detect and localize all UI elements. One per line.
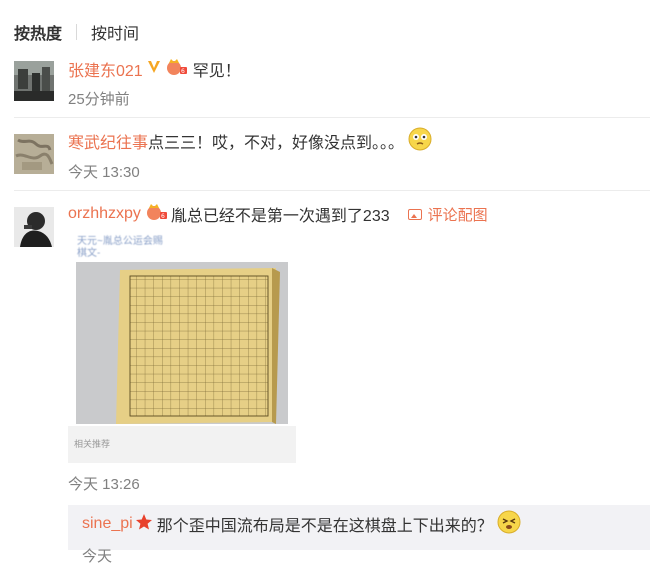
- comment-text: 罕见！: [192, 63, 241, 80]
- comment-image-label: 评论配图: [427, 206, 488, 224]
- comment-time: 今天 13:30: [68, 164, 140, 181]
- verified-v-icon: [147, 59, 161, 80]
- divider: [14, 190, 650, 191]
- reply-box: sine_pi 那个歪中国流布局是不是在这棋盘上下出来的？ 今天: [68, 505, 650, 565]
- member-crown-icon[interactable]: 6: [145, 203, 167, 226]
- tab-by-time[interactable]: 按时间: [91, 20, 139, 44]
- username-link[interactable]: sine_pi: [82, 515, 133, 533]
- comment-line: 寒武纪往事 点三三！哎，不对，好像没点到。。。: [68, 127, 432, 153]
- reply-line: sine_pi 那个歪中国流布局是不是在这棋盘上下出来的？: [82, 510, 521, 536]
- tab-divider: [76, 24, 78, 40]
- divider: [14, 117, 650, 118]
- avatar[interactable]: [14, 207, 54, 247]
- comment-line: 张建东021 6 罕见！: [68, 58, 241, 80]
- username-link[interactable]: 张建东021: [68, 57, 143, 81]
- screenshot-footer: 相关推荐: [74, 439, 111, 449]
- comment-image-link[interactable]: 评论配图: [407, 204, 488, 225]
- username-link[interactable]: 寒武纪往事: [68, 129, 148, 153]
- comment-time: 今天 13:26: [68, 476, 140, 493]
- comment-image-thumbnail[interactable]: 天元~胤总公运会赐 棋文- 相关推荐: [68, 230, 296, 463]
- go-board-photo: [76, 262, 288, 424]
- emoji-thinking-icon: [408, 127, 432, 156]
- emoji-tired-icon: [497, 510, 521, 539]
- svg-text:6: 6: [161, 213, 165, 220]
- star-icon: [135, 513, 153, 536]
- svg-text:6: 6: [181, 68, 185, 75]
- comment-text: 胤总已经不是第一次遇到了233: [170, 208, 390, 225]
- comment-text: 点三三！哎，不对，好像没点到。。。: [148, 135, 405, 152]
- image-icon: [407, 208, 422, 220]
- reply-text: 那个歪中国流布局是不是在这棋盘上下出来的？: [156, 518, 493, 535]
- sort-tabs: 按热度 按时间: [14, 20, 139, 44]
- username-link[interactable]: orzhhzxpy: [68, 205, 141, 223]
- screenshot-caption: 棋文-: [77, 248, 101, 259]
- avatar[interactable]: [14, 61, 54, 101]
- reply-time: 今天: [82, 548, 113, 565]
- avatar[interactable]: [14, 134, 54, 174]
- tab-by-hot[interactable]: 按热度: [14, 20, 62, 44]
- comment-line: orzhhzxpy 6 胤总已经不是第一次遇到了233 评论配图: [68, 203, 488, 225]
- screenshot-card: 天元~胤总公运会赐 棋文-: [68, 230, 296, 426]
- member-crown-icon[interactable]: 6: [165, 58, 187, 81]
- comment-time: 25分钟前: [68, 91, 130, 108]
